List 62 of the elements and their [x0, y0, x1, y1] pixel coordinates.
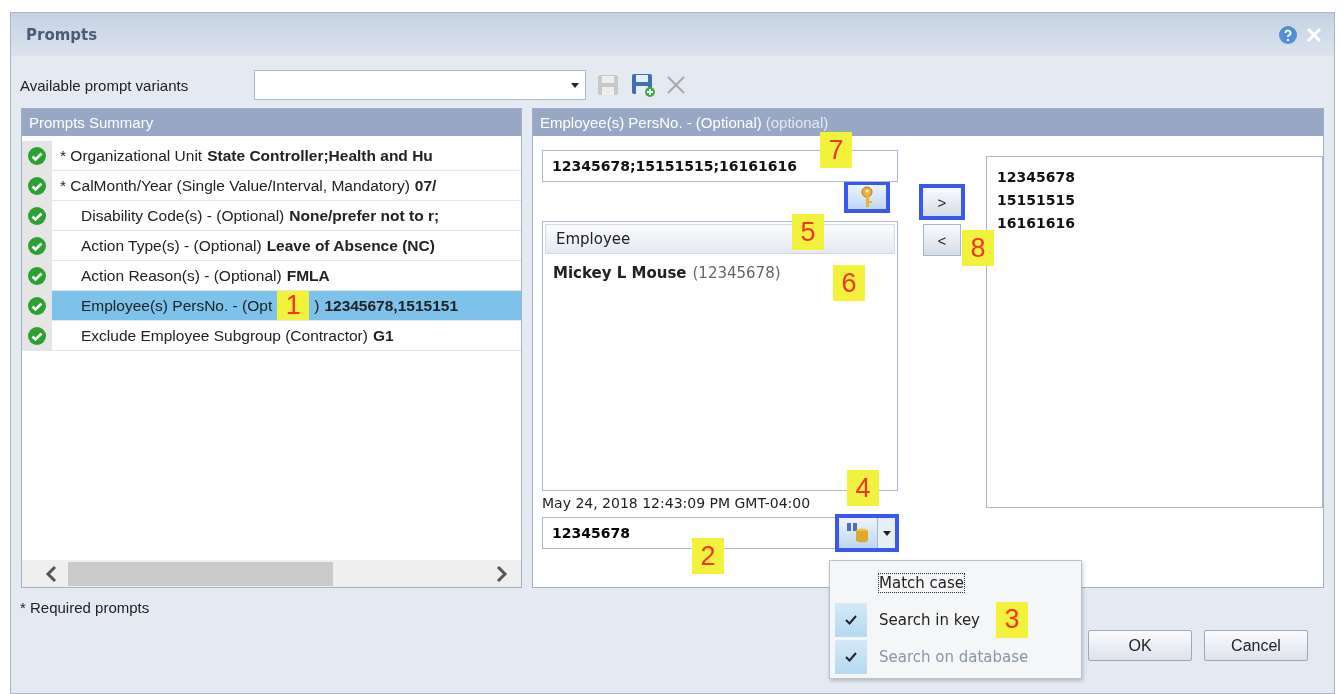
callout-number: 6	[833, 265, 865, 301]
prompt-label: Disability Code(s) - (Optional)	[81, 206, 285, 225]
prompt-value: None/prefer not to r;	[289, 206, 440, 225]
prompt-label: * Organizational Unit	[60, 146, 203, 165]
check-icon	[28, 176, 46, 195]
selected-value[interactable]: 15151515	[997, 189, 1075, 212]
caret-icon	[882, 530, 891, 536]
selected-value[interactable]: 16161616	[997, 212, 1075, 235]
prompt-value: FMLA	[286, 266, 330, 285]
panel-title: Prompts Summary	[29, 114, 154, 131]
cancel-button[interactable]: Cancel	[1204, 630, 1308, 661]
caret-icon	[571, 82, 579, 88]
search-button[interactable]	[835, 514, 899, 552]
checkmark-icon	[845, 614, 857, 625]
menu-item[interactable]: Match case	[830, 564, 1081, 601]
key-button[interactable]	[844, 181, 890, 213]
check-icon	[28, 296, 46, 315]
chevron-right-icon[interactable]	[495, 564, 509, 583]
panel-hint: (optional)	[765, 114, 829, 131]
timestamp: May 24, 2018 12:43:09 PM GMT-04:00	[542, 495, 811, 511]
variants-label: Available prompt variants	[20, 76, 190, 94]
callout-number: 2	[692, 538, 724, 574]
menu-item[interactable]: Search in key 3	[830, 601, 1081, 638]
move-button[interactable]: >	[919, 184, 965, 220]
chevron-left-icon[interactable]	[44, 564, 58, 583]
menu-checkbox[interactable]	[835, 602, 867, 637]
callout-number: 7	[820, 132, 852, 168]
prompt-value: 07/	[414, 176, 437, 195]
callout-number: 8	[962, 230, 994, 266]
prompt-label: Action Type(s) - (Optional)	[81, 236, 262, 255]
required-note: * Required prompts	[20, 599, 150, 616]
save-as-icon[interactable]	[630, 72, 656, 98]
panel-title: Employee(s) PersNo. - (Optional)	[540, 114, 762, 131]
prompt-label: * CalMonth/Year (Single Value/Interval, Mandatory)	[60, 176, 410, 195]
ok-button[interactable]: OK	[1088, 630, 1192, 661]
scrollbar-thumb[interactable]	[68, 561, 333, 586]
checkmark-icon	[845, 651, 857, 662]
callout-number: 4	[847, 470, 879, 506]
check-icon	[28, 206, 46, 225]
selected-value[interactable]: 12345678	[997, 166, 1075, 189]
horizontal-scrollbar[interactable]	[22, 560, 521, 587]
prompt-value: 12345678,1515151	[324, 296, 458, 315]
check-icon	[28, 236, 46, 255]
employee-item[interactable]: Mickey L Mouse (12345678)	[553, 264, 781, 282]
prompt-label: Employee(s) PersNo. - (Opt	[81, 296, 273, 315]
prompt-label: )	[314, 296, 320, 315]
prompt-value: State Controller;Health and Hu	[207, 146, 433, 165]
prompt-label: Action Reason(s) - (Optional)	[81, 266, 282, 285]
check-icon	[28, 146, 46, 165]
check-icon	[28, 266, 46, 285]
help-icon[interactable]	[1278, 24, 1298, 45]
prompt-label: Exclude Employee Subgroup (Contractor)	[81, 326, 368, 345]
move-button[interactable]: <	[923, 224, 961, 256]
callout-number: 1	[277, 291, 310, 320]
prompt-value: G1	[372, 326, 394, 345]
search-database-icon	[846, 522, 870, 544]
check-icon	[28, 326, 46, 345]
prompt-value: Leave of Absence (NC)	[266, 236, 435, 255]
callout-number: 5	[792, 214, 824, 250]
callout-number: 3	[996, 601, 1028, 638]
window-title: Prompts	[26, 25, 99, 44]
key-icon	[861, 186, 873, 208]
